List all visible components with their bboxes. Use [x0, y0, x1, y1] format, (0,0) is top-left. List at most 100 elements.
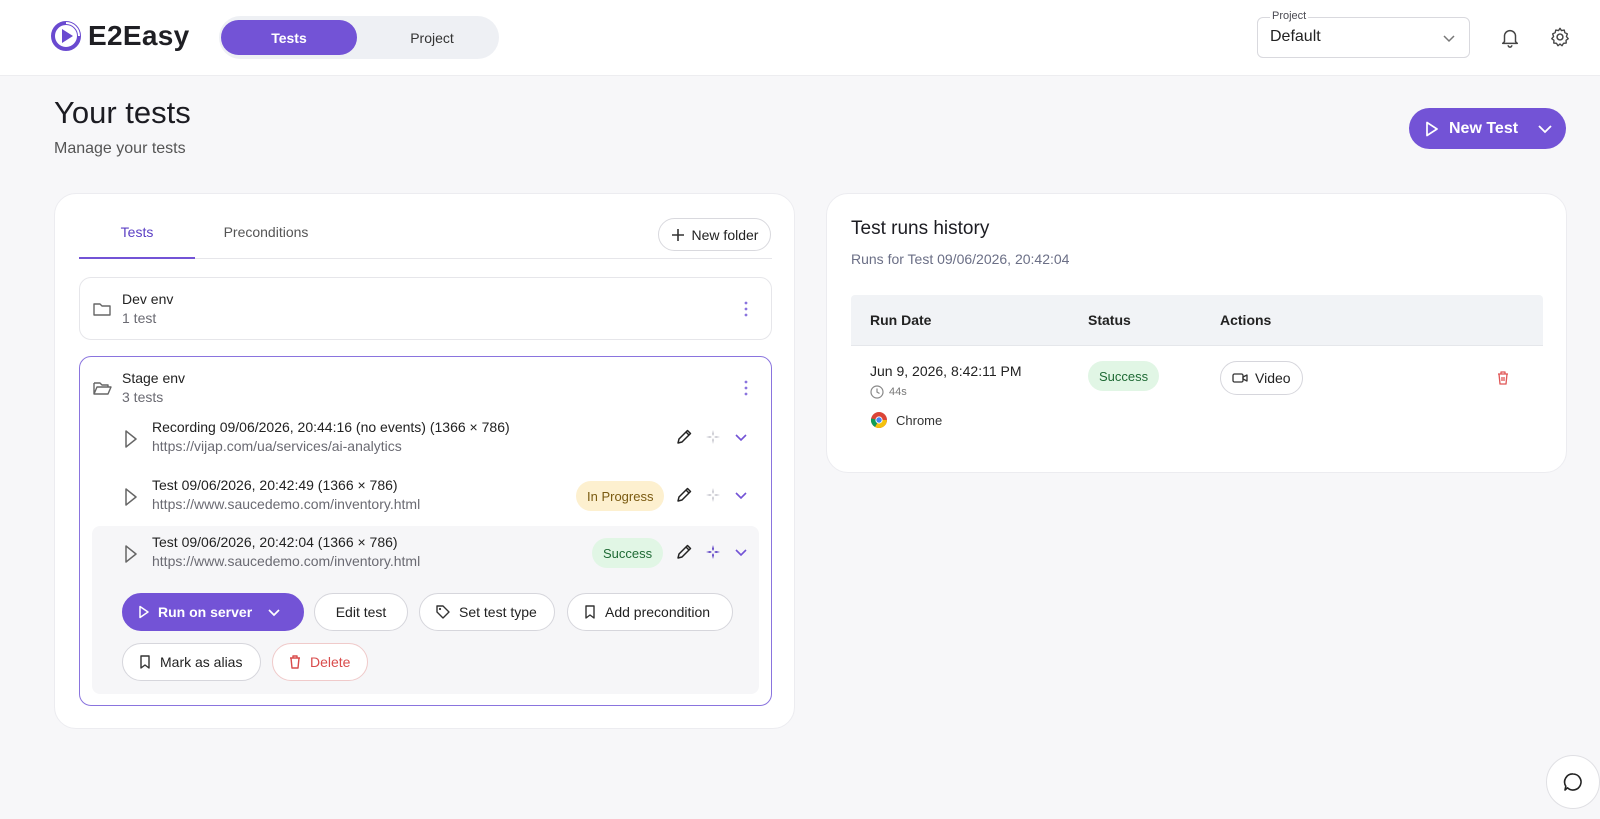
notifications-button[interactable] — [1497, 24, 1523, 50]
folder-icon — [93, 303, 111, 316]
table-header: Run Date Status Actions — [851, 295, 1543, 346]
tests-panel: Tests Preconditions New folder Dev env 1… — [54, 193, 795, 729]
folder-name: Dev env — [122, 291, 174, 307]
test-row[interactable]: Test 09/06/2026, 20:42:49 (1366 × 786) h… — [92, 469, 759, 526]
play-icon — [139, 605, 149, 619]
status-badge: Success — [592, 538, 664, 568]
edit-test-label: Edit test — [335, 604, 387, 620]
sparkle-icon[interactable] — [705, 544, 721, 560]
delete-label: Delete — [310, 654, 351, 670]
add-precondition-label: Add precondition — [605, 604, 711, 620]
browser-name: Chrome — [896, 412, 943, 428]
video-label: Video — [1255, 370, 1291, 386]
main-nav: Tests Project — [219, 16, 499, 59]
play-icon[interactable] — [124, 544, 138, 564]
bookmark-icon — [140, 655, 150, 669]
test-url: https://www.saucedemo.com/inventory.html — [152, 553, 421, 569]
pencil-icon[interactable] — [675, 486, 693, 504]
sparkle-icon[interactable] — [705, 429, 721, 445]
history-panel: Test runs history Runs for Test 09/06/20… — [826, 193, 1567, 473]
delete-button[interactable]: Delete — [272, 643, 368, 681]
chat-button[interactable] — [1546, 755, 1600, 809]
test-url: https://www.saucedemo.com/inventory.html — [152, 496, 421, 512]
folder-open-icon — [93, 382, 112, 395]
test-row-selected[interactable]: Test 09/06/2026, 20:42:04 (1366 × 786) h… — [92, 526, 759, 694]
run-date: Jun 9, 2026, 8:42:11 PM — [870, 363, 1022, 379]
nav-tab-project[interactable]: Project — [367, 20, 497, 55]
mark-as-alias-button[interactable]: Mark as alias — [122, 643, 261, 681]
chevron-down-icon[interactable] — [733, 429, 749, 445]
pencil-icon[interactable] — [675, 428, 693, 446]
project-select-label: Project — [1270, 10, 1309, 22]
test-title: Test 09/06/2026, 20:42:49 (1366 × 786) — [152, 477, 398, 493]
chevron-down-icon[interactable] — [1536, 120, 1554, 138]
tab-preconditions[interactable]: Preconditions — [207, 224, 325, 259]
bookmark-icon — [585, 605, 595, 619]
test-row[interactable]: Recording 09/06/2026, 20:44:16 (no event… — [92, 411, 759, 468]
logo[interactable]: E2Easy — [50, 20, 189, 52]
trash-icon — [290, 655, 300, 669]
logo-play-icon — [51, 21, 81, 51]
run-duration: 44s — [870, 385, 907, 399]
clock-icon — [870, 385, 884, 399]
add-precondition-button[interactable]: Add precondition — [567, 593, 733, 631]
new-test-button[interactable]: New Test — [1409, 108, 1566, 149]
plus-icon — [671, 228, 684, 241]
page-subtitle: Manage your tests — [54, 140, 186, 157]
sparkle-icon[interactable] — [705, 487, 721, 503]
folder-stage-env[interactable]: Stage env 3 tests Recording 09/06/2026, … — [79, 356, 772, 706]
video-camera-icon — [1232, 373, 1248, 383]
set-test-type-button[interactable]: Set test type — [419, 593, 555, 631]
tag-icon — [436, 605, 450, 619]
pencil-icon[interactable] — [675, 543, 693, 561]
mark-as-alias-label: Mark as alias — [160, 654, 243, 670]
status-badge: Success — [1088, 361, 1160, 391]
new-folder-button[interactable]: New folder — [658, 218, 771, 251]
chevron-down-icon — [1443, 35, 1455, 43]
chat-bubble-icon — [1563, 773, 1582, 791]
chrome-icon — [870, 412, 887, 429]
row-actions — [675, 428, 749, 446]
column-header: Status — [1088, 312, 1131, 328]
run-on-server-button[interactable]: Run on server — [122, 593, 304, 631]
runs-table: Run Date Status Actions Jun 9, 2026, 8:4… — [851, 295, 1543, 441]
status-badge: In Progress — [576, 481, 665, 511]
more-vertical-icon[interactable] — [739, 379, 753, 397]
project-select[interactable]: Default — [1257, 17, 1470, 58]
run-on-server-label: Run on server — [158, 604, 253, 620]
play-icon[interactable] — [124, 429, 138, 449]
column-header: Run Date — [870, 312, 932, 328]
top-bar: E2Easy Tests Project Default Project — [0, 0, 1600, 76]
tab-tests[interactable]: Tests — [79, 224, 195, 259]
app-name: E2Easy — [88, 20, 190, 51]
new-folder-label: New folder — [691, 226, 759, 243]
edit-test-button[interactable]: Edit test — [314, 593, 408, 631]
video-button[interactable]: Video — [1220, 361, 1303, 395]
more-vertical-icon[interactable] — [739, 300, 753, 318]
settings-button[interactable] — [1547, 24, 1573, 50]
new-test-label: New Test — [1449, 119, 1519, 137]
folder-count: 3 tests — [122, 389, 164, 405]
column-header: Actions — [1220, 312, 1272, 328]
chevron-down-icon[interactable] — [733, 487, 749, 503]
play-icon[interactable] — [124, 487, 138, 507]
test-title: Recording 09/06/2026, 20:44:16 (no event… — [152, 419, 510, 435]
play-icon — [1426, 121, 1438, 136]
history-subtitle: Runs for Test 09/06/2026, 20:42:04 — [851, 251, 1070, 267]
row-actions — [675, 486, 749, 504]
trash-icon[interactable] — [1496, 370, 1510, 386]
folder-dev-env[interactable]: Dev env 1 test — [79, 277, 772, 340]
page-title: Your tests — [54, 95, 191, 130]
run-browser: Chrome — [870, 411, 942, 429]
gear-icon — [1551, 27, 1569, 47]
nav-tab-tests[interactable]: Tests — [221, 20, 357, 55]
chevron-down-icon[interactable] — [733, 544, 749, 560]
table-row: Jun 9, 2026, 8:42:11 PM 44s Chrome Succe… — [851, 346, 1543, 441]
folder-name: Stage env — [122, 370, 186, 386]
row-actions — [675, 543, 749, 561]
test-title: Test 09/06/2026, 20:42:04 (1366 × 786) — [152, 534, 398, 550]
project-select-value: Default — [1270, 28, 1321, 45]
history-title: Test runs history — [851, 218, 990, 239]
folder-count: 1 test — [122, 310, 157, 326]
chevron-down-icon[interactable] — [266, 604, 282, 620]
